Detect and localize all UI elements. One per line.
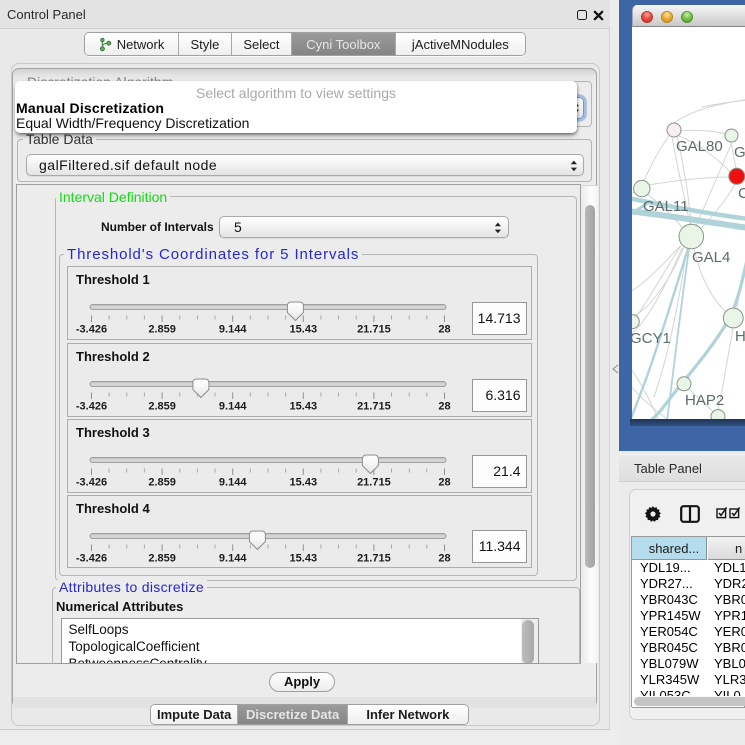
- svg-text:28: 28: [438, 324, 450, 336]
- svg-text:21.715: 21.715: [357, 477, 391, 489]
- svg-text:C: C: [738, 185, 745, 202]
- svg-text:15.43: 15.43: [290, 477, 318, 489]
- svg-text:28: 28: [438, 552, 450, 564]
- svg-text:15.43: 15.43: [290, 552, 318, 564]
- svg-text:-3.426: -3.426: [76, 401, 107, 413]
- svg-text:GCY1: GCY1: [632, 330, 671, 347]
- svg-text:2.859: 2.859: [148, 477, 176, 489]
- svg-text:21.715: 21.715: [357, 324, 391, 336]
- svg-text:9.144: 9.144: [219, 477, 247, 489]
- svg-text:-3.426: -3.426: [76, 324, 107, 336]
- svg-text:21.715: 21.715: [357, 401, 391, 413]
- svg-text:2.859: 2.859: [148, 552, 176, 564]
- svg-text:15.43: 15.43: [290, 324, 318, 336]
- svg-text:GAL4: GAL4: [692, 249, 730, 266]
- svg-text:-3.426: -3.426: [76, 552, 107, 564]
- svg-text:2.859: 2.859: [148, 324, 176, 336]
- svg-text:GAL80: GAL80: [676, 138, 723, 155]
- svg-text:H: H: [735, 328, 745, 345]
- svg-text:9.144: 9.144: [219, 552, 247, 564]
- svg-text:21.715: 21.715: [357, 552, 391, 564]
- svg-text:HAP2: HAP2: [685, 392, 724, 409]
- svg-text:9.144: 9.144: [219, 401, 247, 413]
- svg-text:-3.426: -3.426: [76, 477, 107, 489]
- svg-text:GAL11: GAL11: [643, 198, 689, 215]
- svg-text:9.144: 9.144: [219, 324, 247, 336]
- svg-text:G: G: [734, 144, 745, 161]
- svg-text:28: 28: [438, 401, 450, 413]
- svg-text:28: 28: [438, 477, 450, 489]
- svg-text:15.43: 15.43: [290, 401, 318, 413]
- svg-text:2.859: 2.859: [148, 401, 176, 413]
